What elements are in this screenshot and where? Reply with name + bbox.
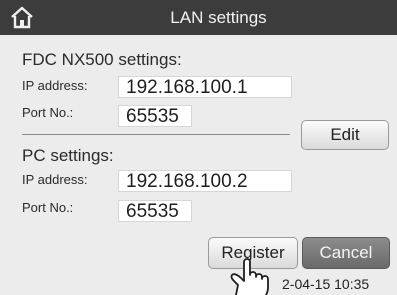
home-button[interactable] xyxy=(4,3,40,31)
fdc-settings-title: FDC NX500 settings: xyxy=(22,50,182,69)
fdc-ip-field[interactable]: 192.168.100.1 xyxy=(118,76,292,98)
pc-port-field[interactable]: 65535 xyxy=(118,200,192,222)
fdc-ip-label: IP address: xyxy=(22,78,88,93)
fdc-port-label: Port No.: xyxy=(22,105,74,120)
fdc-port-field[interactable]: 65535 xyxy=(118,105,192,127)
page-title: LAN settings xyxy=(170,8,267,27)
section-divider xyxy=(22,134,290,135)
status-datetime: 2-04-15 10:35 xyxy=(282,276,370,292)
pointing-hand-icon xyxy=(230,258,269,295)
home-icon xyxy=(11,6,33,29)
edit-button[interactable]: Edit xyxy=(301,120,389,150)
title-bar: LAN settings xyxy=(0,0,397,35)
pc-port-label: Port No.: xyxy=(22,200,74,215)
cancel-button[interactable]: Cancel xyxy=(302,237,390,269)
pc-ip-label: IP address: xyxy=(22,172,88,187)
pc-ip-field[interactable]: 192.168.100.2 xyxy=(118,170,292,192)
pc-settings-title: PC settings: xyxy=(22,146,114,165)
